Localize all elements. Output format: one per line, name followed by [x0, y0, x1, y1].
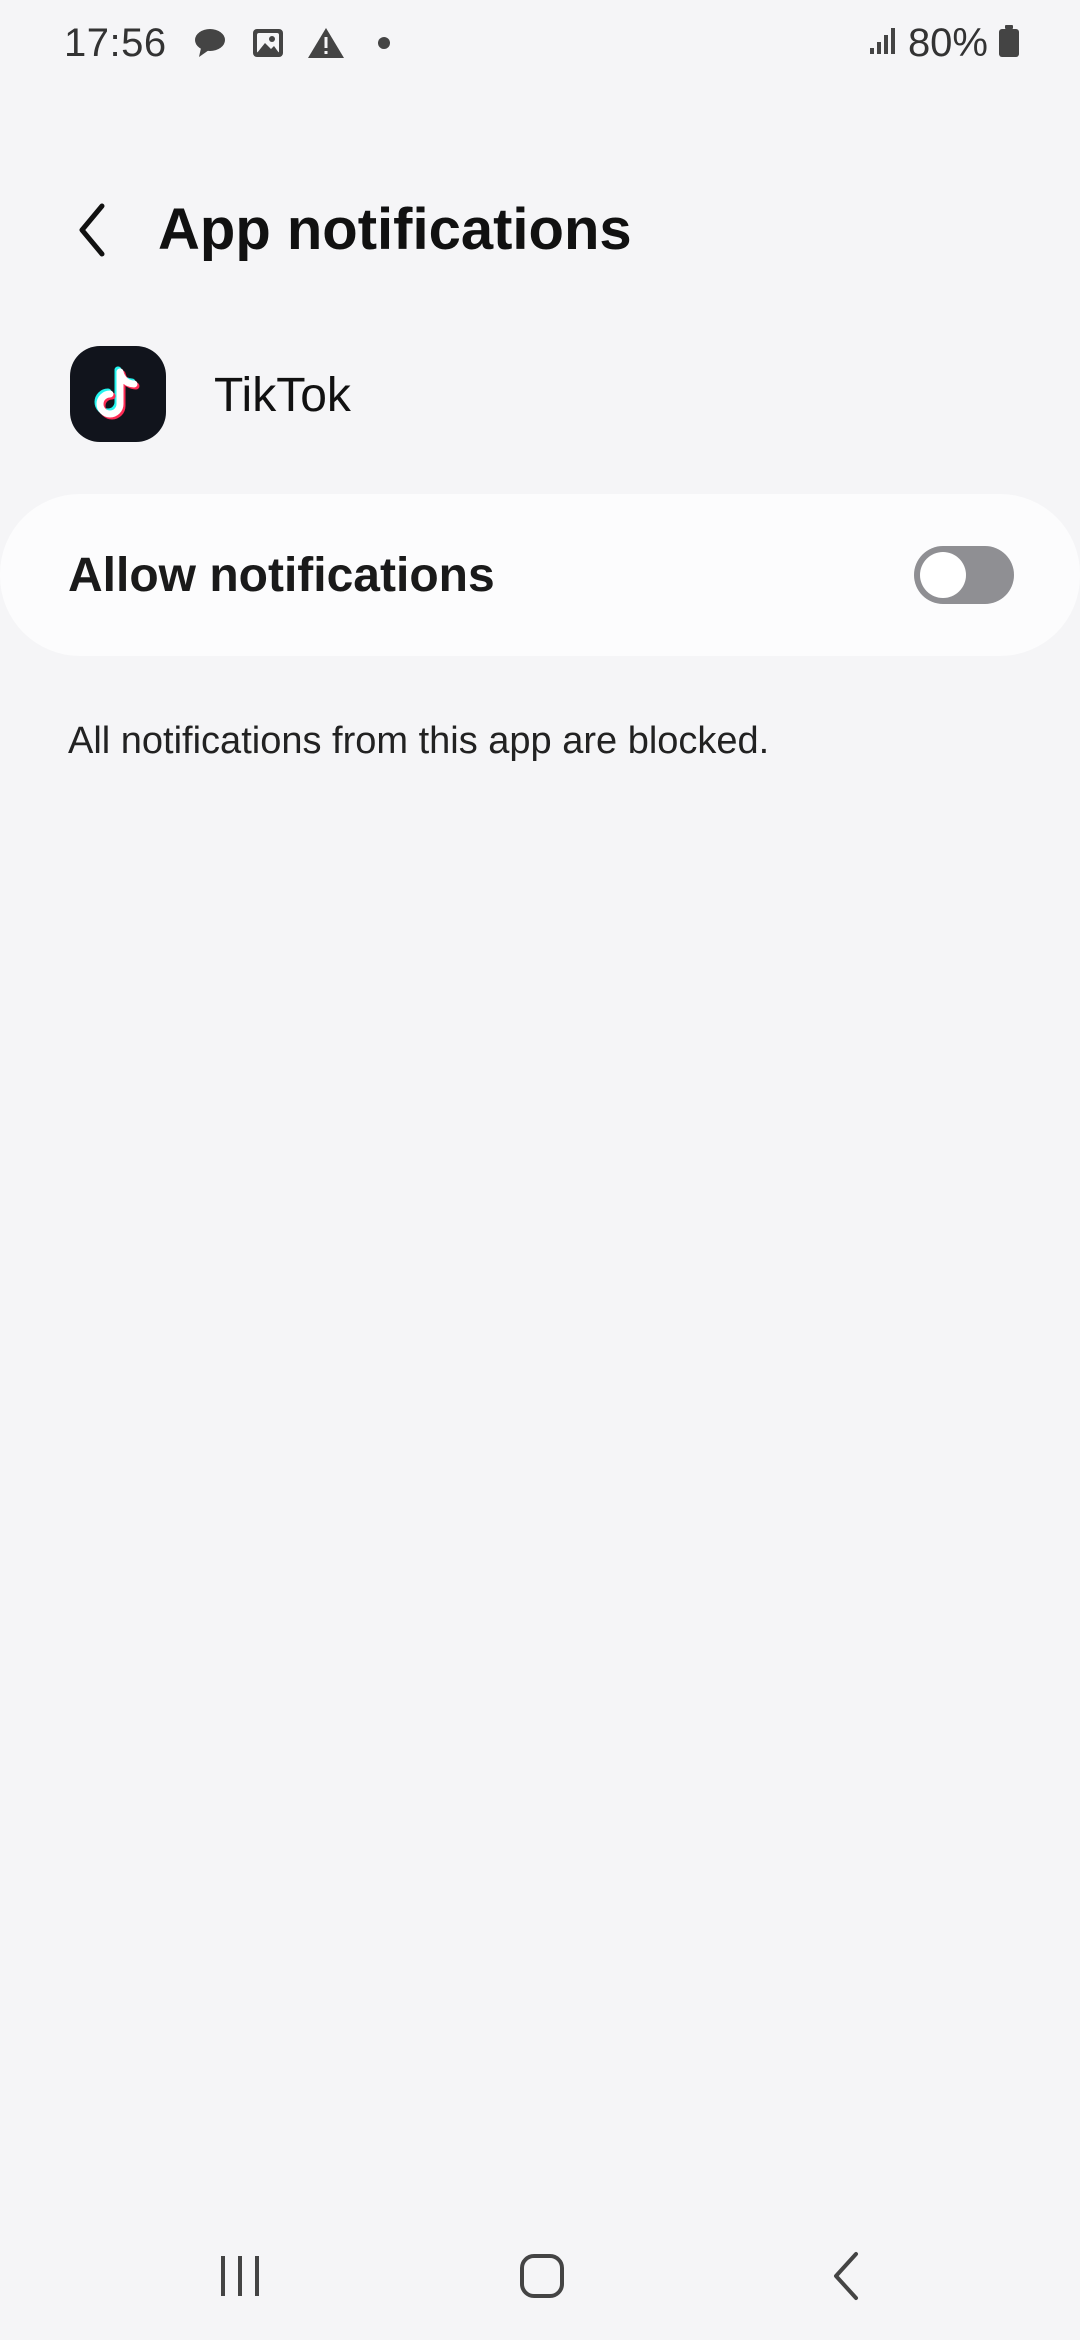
- chevron-left-icon: [79, 203, 105, 257]
- dot-icon: [365, 24, 403, 62]
- warning-icon: [307, 24, 345, 62]
- recents-button[interactable]: [180, 2236, 300, 2316]
- battery-percentage: 80%: [907, 20, 988, 65]
- tiktok-icon: [70, 346, 166, 442]
- toggle-knob: [920, 552, 966, 598]
- home-icon: [520, 2254, 564, 2298]
- signal-icon: [868, 26, 898, 61]
- status-left: 17:56: [64, 18, 403, 68]
- navigation-bar: [0, 2220, 1080, 2340]
- status-time: 17:56: [64, 20, 167, 65]
- page-title: App notifications: [158, 197, 632, 262]
- app-name: TikTok: [214, 369, 351, 422]
- back-button[interactable]: [56, 194, 128, 266]
- chat-bubble-icon: [191, 24, 229, 62]
- home-button[interactable]: [482, 2236, 602, 2316]
- allow-notifications-toggle[interactable]: [914, 546, 1014, 604]
- image-icon: [249, 24, 287, 62]
- recents-icon: [221, 2256, 259, 2296]
- blocked-info-text: All notifications from this app are bloc…: [68, 720, 770, 762]
- battery-icon: [998, 24, 1020, 63]
- status-bar: 17:56 80%: [0, 0, 1080, 90]
- back-icon: [834, 2252, 858, 2300]
- nav-back-button[interactable]: [786, 2236, 906, 2316]
- allow-notifications-row[interactable]: Allow notifications: [0, 494, 1080, 656]
- header: App notifications: [0, 180, 1080, 280]
- allow-notifications-label: Allow notifications: [68, 549, 495, 602]
- status-right: 80%: [868, 18, 1020, 68]
- app-row: TikTok: [0, 340, 1080, 450]
